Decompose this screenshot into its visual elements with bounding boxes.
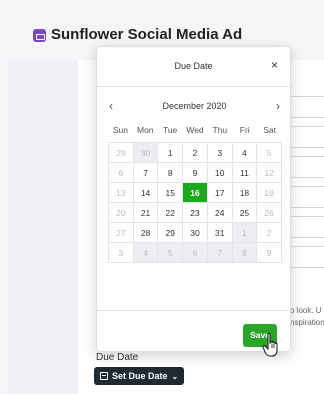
calendar-day[interactable]: 15 [158,183,184,203]
background-field[interactable] [290,126,324,148]
calendar-day[interactable]: 25 [232,203,258,223]
chevron-down-icon: ⌄ [171,371,179,381]
calendar-day[interactable]: 14 [133,183,159,203]
calendar-day[interactable]: 1 [232,223,258,243]
calendar-day[interactable]: 19 [257,183,282,203]
calendar-day[interactable]: 21 [133,203,159,223]
calendar-day[interactable]: 24 [207,203,233,223]
modal-divider [97,310,292,311]
weekday-label: Fri [239,125,250,135]
calendar-day[interactable]: 3 [207,143,233,163]
background-field[interactable] [290,186,324,208]
calendar-day[interactable]: 17 [207,183,233,203]
set-due-date-label: Set Due Date [112,371,168,381]
month-navigation: ‹ December 2020 › [97,99,292,115]
calendar-day[interactable]: 8 [232,243,258,263]
calendar-grid: 29 30 1 2 3 4 5 6 7 8 9 10 11 12 13 14 15 16 17 18 19 20 21 22 2… [108,142,282,263]
calendar-day[interactable]: 6 [109,163,134,183]
calendar-day[interactable]: 10 [207,163,233,183]
calendar-day[interactable]: 8 [158,163,184,183]
left-column [8,60,78,394]
weekday-label: Sun [112,125,128,135]
calendar-day-selected[interactable]: 16 [183,183,208,203]
calendar-day[interactable]: 18 [232,183,258,203]
calendar-day[interactable]: 9 [183,163,208,183]
weekday-label: Tue [162,125,178,135]
background-field[interactable] [290,156,324,178]
calendar-day[interactable]: 20 [109,203,134,223]
calendar-day[interactable]: 12 [257,163,282,183]
weekday-label: Mon [137,125,154,135]
hand-cursor-icon [262,332,278,357]
calendar-day[interactable]: 22 [158,203,184,223]
calendar-day[interactable]: 30 [133,143,159,163]
weekday-label: Thu [212,125,228,135]
calendar-day[interactable]: 7 [207,243,233,263]
weekday-header: Sun Mon Tue Wed Thu Fri Sat [108,125,282,135]
calendar-day[interactable]: 2 [183,143,208,163]
app-icon [33,29,46,42]
background-text: o look. U [290,306,322,315]
background-field[interactable] [290,96,324,118]
calendar-day[interactable]: 7 [133,163,159,183]
background-field[interactable] [290,246,324,268]
calendar-day[interactable]: 28 [133,223,159,243]
calendar-day[interactable]: 31 [207,223,233,243]
calendar-day[interactable]: 11 [232,163,258,183]
weekday-label: Sat [263,125,276,135]
calendar-day[interactable]: 5 [257,143,282,163]
calendar-day[interactable]: 30 [183,223,208,243]
page-title: Sunflower Social Media Ad [51,26,243,43]
calendar-day[interactable]: 27 [109,223,134,243]
calendar-day[interactable]: 6 [183,243,208,263]
modal-title: Due Date [174,61,213,71]
background-text: nspiration [290,318,324,327]
weekday-label: Wed [186,125,204,135]
calendar-day[interactable]: 13 [109,183,134,203]
calendar-icon [100,372,108,380]
calendar-day[interactable]: 1 [158,143,184,163]
background-field[interactable] [290,216,324,238]
calendar-day[interactable]: 23 [183,203,208,223]
calendar-day[interactable]: 26 [257,203,282,223]
due-date-label: Due Date [96,352,139,363]
close-icon[interactable]: × [271,58,278,72]
calendar-day[interactable]: 29 [109,143,134,163]
calendar-day[interactable]: 4 [133,243,159,263]
calendar-day[interactable]: 2 [257,223,282,243]
calendar-day[interactable]: 29 [158,223,184,243]
month-label: December 2020 [162,101,227,111]
calendar-day[interactable]: 3 [109,243,134,263]
calendar-day[interactable]: 4 [232,143,258,163]
modal-header: Due Date × [97,47,290,87]
calendar-day[interactable]: 9 [257,243,282,263]
set-due-date-button[interactable]: Set Due Date ⌄ [94,367,185,385]
next-month-icon[interactable]: › [276,99,280,113]
due-date-modal: Due Date × ‹ December 2020 › Sun Mon Tue We… [96,46,292,352]
calendar-day[interactable]: 5 [158,243,184,263]
